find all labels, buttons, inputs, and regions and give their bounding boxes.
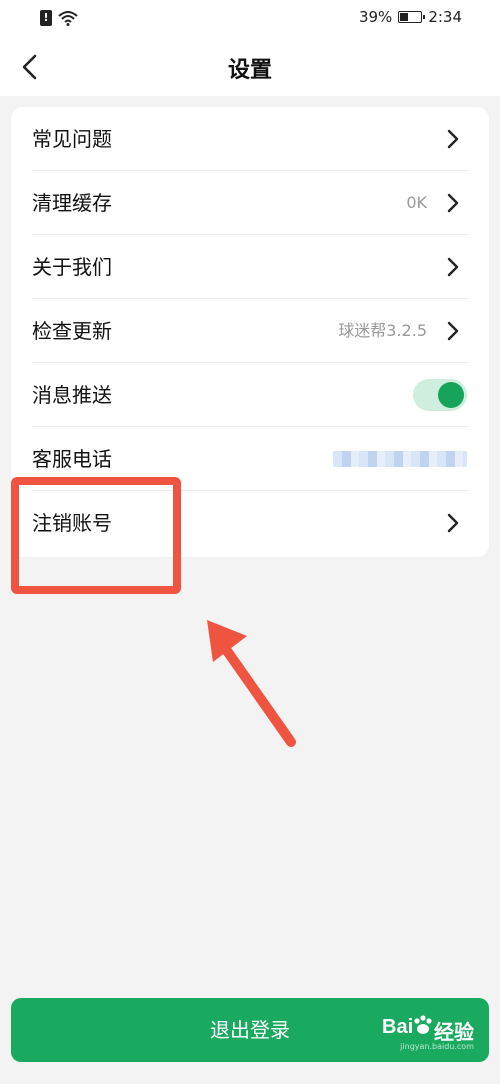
clock: 2:34 [428,8,462,26]
version-value: 球迷帮3.2.5 [338,321,427,340]
battery-icon [398,11,426,23]
settings-item-label: 消息推送 [32,383,112,407]
settings-item-about[interactable]: 关于我们 [11,235,489,299]
settings-item-label: 检查更新 [32,319,112,343]
chevron-right-icon [447,129,459,149]
status-right: 39% 2:34 [359,8,462,26]
watermark-text: Bai [382,1016,414,1038]
wifi-icon [58,11,78,26]
settings-item-label: 关于我们 [32,255,112,279]
paw-icon [414,1015,432,1034]
chevron-right-icon [447,321,459,341]
settings-item-check-update[interactable]: 检查更新 球迷帮3.2.5 [11,299,489,363]
chevron-right-icon [447,257,459,277]
battery-percent: 39% [358,8,393,26]
settings-item-faq[interactable]: 常见问题 [11,107,489,171]
status-left: ! [40,10,78,26]
annotation-arrow-icon [207,620,296,747]
watermark-text-2: 经验 [434,1022,474,1044]
push-toggle[interactable] [413,379,467,411]
settings-item-label: 清理缓存 [32,191,112,215]
settings-item-label: 常见问题 [32,127,112,151]
chevron-right-icon [447,193,459,213]
settings-item-push: 消息推送 [11,363,489,427]
alert-icon: ! [40,10,52,26]
header: 设置 [0,38,500,96]
watermark-url: jingyan.baidu.com [400,1042,474,1051]
cache-size-value: 0K [406,193,427,212]
page-title: 设置 [227,58,272,83]
chevron-right-icon [447,513,459,533]
status-bar: ! 39% 2:34 [0,0,500,38]
settings-item-clear-cache[interactable]: 清理缓存 0K [11,171,489,235]
baidu-watermark: Bai 经验 jingyan.baidu.com [382,1012,474,1051]
toggle-knob [438,382,464,408]
blurred-phone-number [333,451,467,467]
annotation-highlight-box [11,477,181,594]
